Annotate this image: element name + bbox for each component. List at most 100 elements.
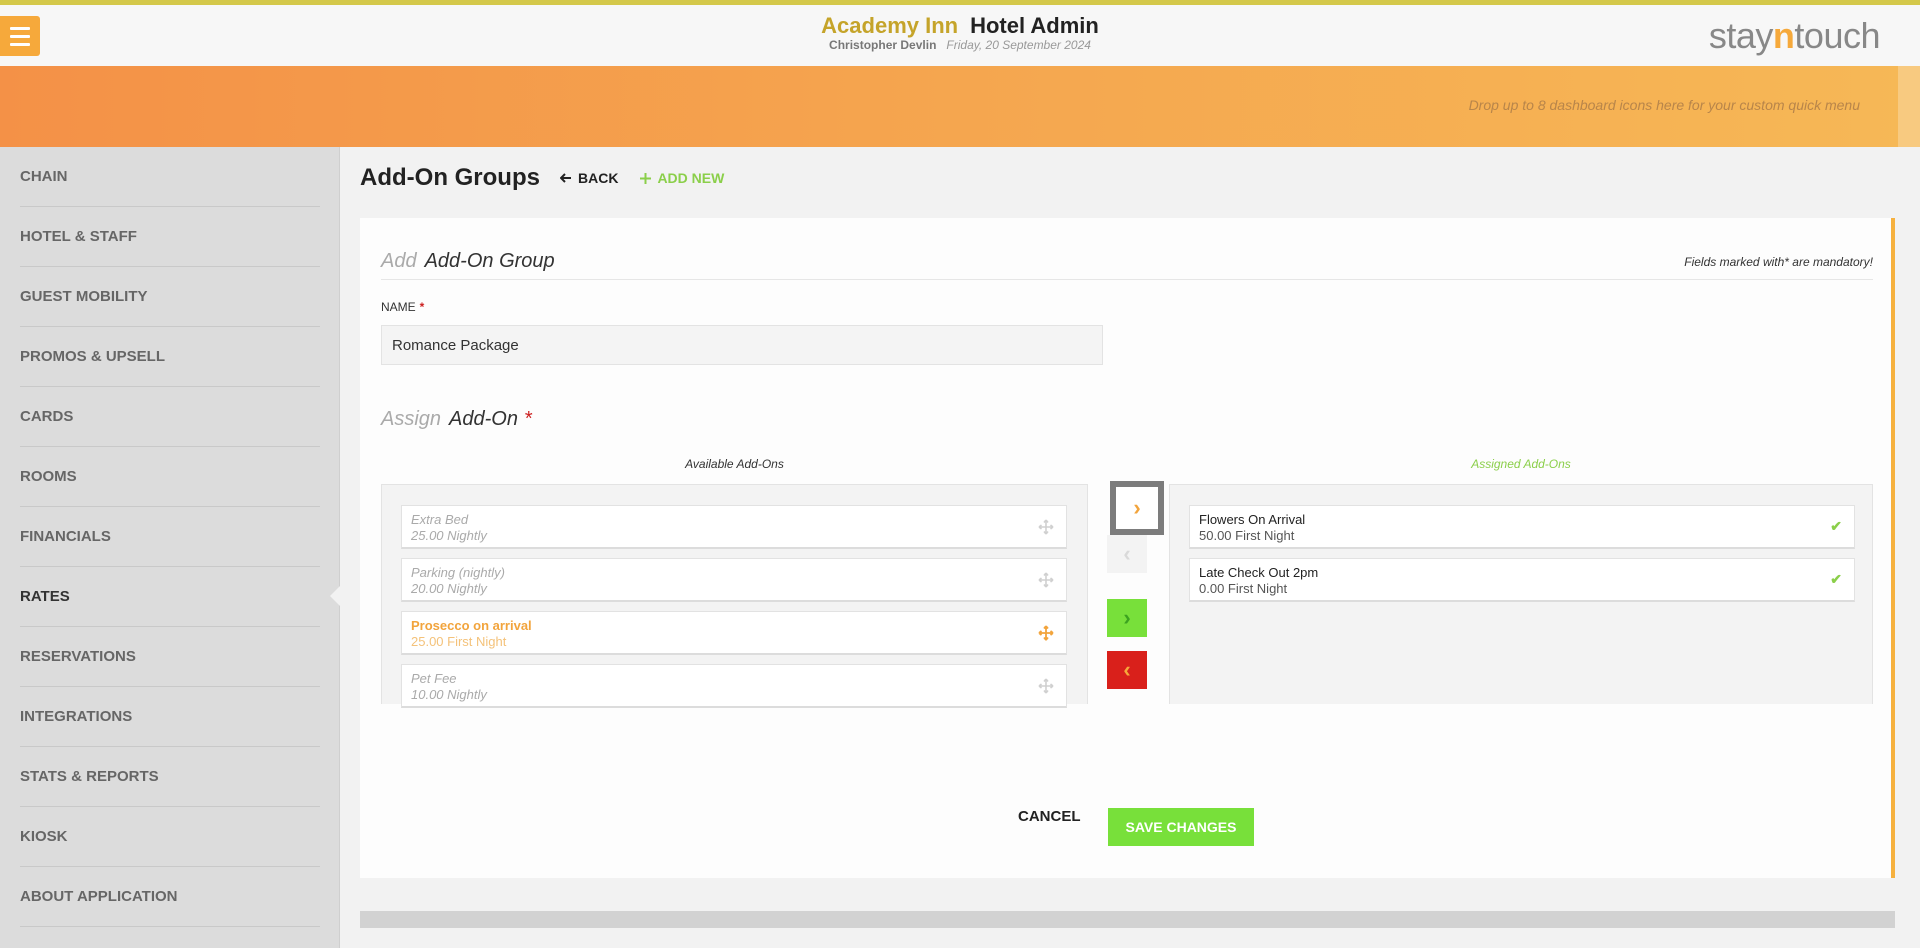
check-icon: ✔ [1830, 518, 1842, 534]
sidebar-item-label: CHAIN [20, 168, 68, 185]
hotel-title: Academy Inn Hotel Admin [0, 13, 1920, 39]
save-changes-button[interactable]: SAVE CHANGES [1108, 808, 1254, 846]
addon-name: Pet Fee [411, 671, 457, 686]
horizontal-scrollbar[interactable] [360, 911, 1895, 928]
sidebar-item-label: INTEGRATIONS [20, 708, 133, 725]
sidebar-item-rooms[interactable]: ROOMS [20, 447, 320, 507]
addon-name: Parking (nightly) [411, 565, 505, 580]
assign-title-entity: Add-On [449, 408, 518, 430]
name-label-text: NAME [381, 300, 416, 314]
sidebar-item-reservations[interactable]: RESERVATIONS [20, 627, 320, 687]
sidebar-item-label: HOTEL & STAFF [20, 228, 137, 245]
list-item[interactable]: Extra Bed 25.00 Nightly [401, 505, 1067, 549]
sidebar-item-label: PROMOS & UPSELL [20, 348, 166, 365]
move-icon[interactable] [1038, 519, 1054, 535]
sidebar-item-about-application[interactable]: ABOUT APPLICATION [20, 867, 320, 927]
chevron-left-icon: ‹ [1123, 541, 1131, 566]
quick-menu-hint: Drop up to 8 dashboard icons here for yo… [1468, 97, 1860, 113]
stayntouch-logo: stayntouch [1708, 15, 1881, 57]
assigned-addons-list[interactable]: Flowers On Arrival 50.00 First Night ✔ L… [1169, 484, 1873, 704]
logo-part: stay [1708, 15, 1774, 56]
move-right-button[interactable]: › [1110, 481, 1164, 535]
hotel-name[interactable]: Academy Inn [821, 13, 958, 38]
add-new-button[interactable]: ADD NEW [640, 170, 724, 186]
list-item[interactable]: Parking (nightly) 20.00 Nightly [401, 558, 1067, 602]
addon-price: 25.00 Nightly [411, 528, 487, 543]
user-name: Christopher Devlin [829, 38, 937, 52]
sidebar-item-promos-upsell[interactable]: PROMOS & UPSELL [20, 327, 320, 387]
list-item[interactable]: Late Check Out 2pm 0.00 First Night ✔ [1189, 558, 1855, 602]
sidebar-item-label: CARDS [20, 408, 74, 425]
move-all-right-button[interactable]: › [1107, 599, 1147, 637]
sidebar-item-label: GUEST MOBILITY [20, 288, 148, 305]
addon-name: Late Check Out 2pm [1199, 565, 1319, 580]
form-title-entity: Add-On Group [424, 250, 555, 272]
move-icon[interactable] [1038, 678, 1054, 694]
page-header: Add-On Groups BACK ADD NEW [360, 158, 724, 198]
move-icon[interactable] [1038, 572, 1054, 588]
sidebar-item-label: STATS & REPORTS [20, 768, 159, 785]
back-button[interactable]: BACK [559, 170, 619, 186]
add-new-label: ADD NEW [657, 170, 725, 186]
addon-price: 0.00 First Night [1199, 581, 1288, 596]
required-mark: * [419, 300, 425, 314]
add-on-group-form: Add Add-On Group Fields marked with* are … [360, 218, 1895, 878]
logo-part: n [1772, 15, 1795, 56]
sidebar-item-cards[interactable]: CARDS [20, 387, 320, 447]
addon-price: 50.00 First Night [1199, 528, 1295, 543]
page-title: Add-On Groups [360, 164, 540, 191]
divider [381, 279, 1873, 280]
move-left-button[interactable]: ‹ [1107, 535, 1147, 573]
form-title-action: Add [381, 250, 417, 272]
mandatory-note: Fields marked with* are mandatory! [1684, 255, 1873, 269]
addon-price: 20.00 Nightly [411, 581, 487, 596]
admin-sidebar: CHAIN HOTEL & STAFF GUEST MOBILITY PROMO… [0, 147, 341, 948]
sidebar-item-guest-mobility[interactable]: GUEST MOBILITY [20, 267, 320, 327]
cancel-button[interactable]: CANCEL [1018, 808, 1081, 825]
sidebar-item-label: ROOMS [20, 468, 77, 485]
available-addons-list[interactable]: Extra Bed 25.00 Nightly Parking (nightly… [381, 484, 1088, 708]
arrow-left-icon [559, 173, 571, 183]
sidebar-item-integrations[interactable]: INTEGRATIONS [20, 687, 320, 747]
name-field[interactable] [381, 325, 1103, 365]
back-label: BACK [577, 170, 619, 186]
addon-name: Flowers On Arrival [1199, 512, 1306, 527]
assign-title: Assign Add-On * [381, 408, 532, 431]
dropzone-edge [1898, 66, 1920, 147]
business-date: Friday, 20 September 2024 [946, 38, 1091, 52]
addon-name: Extra Bed [411, 512, 469, 527]
move-all-left-button[interactable]: ‹ [1107, 651, 1147, 689]
name-label: NAME * [381, 300, 424, 314]
sidebar-item-financials[interactable]: FINANCIALS [20, 507, 320, 567]
addon-name: Prosecco on arrival [411, 618, 532, 633]
assign-title-action: Assign [381, 408, 442, 430]
sidebar-item-label: ABOUT APPLICATION [20, 888, 178, 905]
sidebar-item-kiosk[interactable]: KIOSK [20, 807, 320, 867]
list-item[interactable]: Flowers On Arrival 50.00 First Night ✔ [1189, 505, 1855, 549]
sidebar-item-stats-reports[interactable]: STATS & REPORTS [20, 747, 320, 807]
sidebar-item-label: FINANCIALS [20, 528, 111, 545]
sidebar-item-hotel-staff[interactable]: HOTEL & STAFF [20, 207, 320, 267]
move-icon[interactable] [1038, 625, 1054, 641]
check-icon: ✔ [1830, 571, 1842, 587]
quick-menu-dropzone[interactable]: Drop up to 8 dashboard icons here for yo… [0, 66, 1920, 147]
chevron-left-icon: ‹ [1123, 657, 1131, 682]
chevron-right-icon: › [1133, 495, 1141, 520]
addon-price: 25.00 First Night [411, 634, 507, 649]
list-item[interactable]: Pet Fee 10.00 Nightly [401, 664, 1067, 708]
active-item-indicator [330, 585, 341, 607]
sidebar-item-label: KIOSK [20, 828, 68, 845]
hotel-subtitle: Christopher Devlin Friday, 20 September 2… [0, 38, 1920, 52]
app-header: Academy Inn Hotel Admin Christopher Devli… [0, 5, 1920, 66]
logo-part: touch [1794, 15, 1880, 56]
app-name: Hotel Admin [970, 13, 1099, 38]
available-addons-header: Available Add-Ons [685, 457, 784, 471]
sidebar-item-rates[interactable]: RATES [20, 567, 320, 627]
chevron-right-icon: › [1123, 605, 1131, 630]
form-title: Add Add-On Group [381, 250, 555, 273]
plus-icon [640, 172, 652, 184]
sidebar-item-label: RATES [20, 588, 70, 605]
assigned-addons-header: Assigned Add-Ons [1471, 457, 1571, 471]
sidebar-item-chain[interactable]: CHAIN [20, 147, 320, 207]
list-item-selected[interactable]: Prosecco on arrival 25.00 First Night [401, 611, 1067, 655]
